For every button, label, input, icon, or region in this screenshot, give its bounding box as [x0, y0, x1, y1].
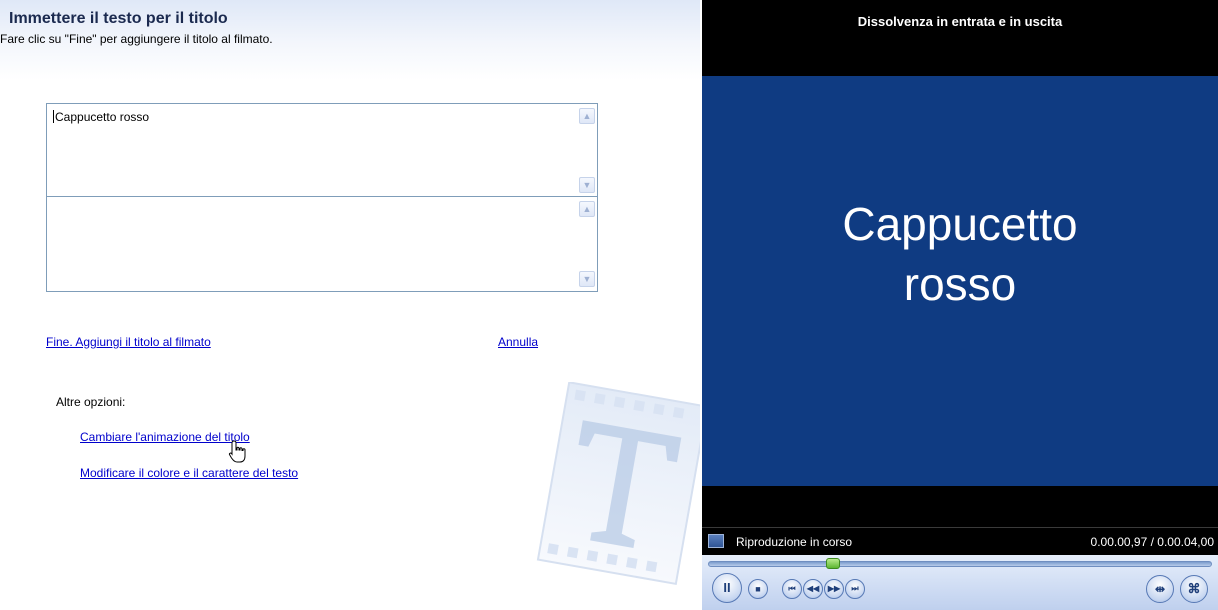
- preview-title: Dissolvenza in entrata e in uscita: [857, 14, 1063, 29]
- fullscreen-icon[interactable]: [708, 534, 724, 548]
- page-title: Immettere il testo per il titolo: [9, 10, 228, 27]
- title-text-value: Cappucetto rosso: [53, 110, 149, 124]
- chevron-down-icon[interactable]: ▼: [579, 271, 595, 287]
- preview-title-line-2: rosso: [903, 258, 1017, 310]
- seek-thumb[interactable]: [825, 558, 840, 569]
- title-text-box[interactable]: Cappucetto rosso ▲ ▼: [46, 103, 598, 198]
- title-text-content: Cappucetto rosso: [55, 110, 150, 124]
- chevron-up-icon[interactable]: ▲: [579, 108, 595, 124]
- chevron-down-icon[interactable]: ▼: [579, 177, 595, 193]
- previous-frame-button[interactable]: ⏮: [782, 579, 802, 599]
- preview-title-text: Cappucetto rosso: [702, 194, 1218, 314]
- subtitle-text-scrollbar[interactable]: ▲ ▼: [579, 199, 595, 289]
- playback-time: 0.00.00,97 / 0.00.04,00: [1090, 535, 1214, 549]
- split-clip-button[interactable]: ⇹: [1146, 575, 1174, 603]
- change-text-color-font-link[interactable]: Modificare il colore e il carattere del …: [80, 466, 298, 480]
- more-options-label: Altre opzioni:: [56, 395, 126, 409]
- page-subtitle: Fare clic su "Fine" per aggiungere il ti…: [0, 32, 273, 46]
- pause-button[interactable]: II: [712, 573, 742, 603]
- chevron-up-icon[interactable]: ▲: [579, 201, 595, 217]
- title-filmstrip-watermark-icon: [536, 382, 700, 586]
- text-caret: [53, 110, 54, 123]
- preview-monitor: Dissolvenza in entrata e in uscita Cappu…: [702, 0, 1218, 610]
- rewind-button[interactable]: ◀◀: [803, 579, 823, 599]
- playback-status-text: Riproduzione in corso: [736, 535, 853, 549]
- cancel-link[interactable]: Annulla: [498, 335, 538, 349]
- preview-screen[interactable]: Cappucetto rosso: [702, 76, 1218, 486]
- stop-button[interactable]: ■: [748, 579, 768, 599]
- title-text-scrollbar[interactable]: ▲ ▼: [579, 106, 595, 195]
- title-editor-pane: Immettere il testo per il titolo Fare cl…: [0, 0, 700, 610]
- done-add-title-link[interactable]: Fine. Aggiungi il titolo al filmato: [46, 335, 211, 349]
- preview-title-line-1: Cappucetto: [842, 198, 1078, 250]
- playback-status-bar: Riproduzione in corso 0.00.00,97 / 0.00.…: [702, 527, 1218, 556]
- next-frame-button[interactable]: ⏭: [845, 579, 865, 599]
- player-controls: II ■ ⏮ ◀◀ ▶▶ ⏭ ⇹ ⌘: [702, 555, 1218, 610]
- change-title-animation-link[interactable]: Cambiare l'animazione del titolo: [80, 430, 250, 444]
- forward-button[interactable]: ▶▶: [824, 579, 844, 599]
- snapshot-camera-button[interactable]: ⌘: [1180, 575, 1208, 603]
- subtitle-text-box[interactable]: ▲ ▼: [46, 196, 598, 292]
- hand-cursor-icon: [228, 440, 246, 463]
- seek-bar[interactable]: [708, 561, 1212, 567]
